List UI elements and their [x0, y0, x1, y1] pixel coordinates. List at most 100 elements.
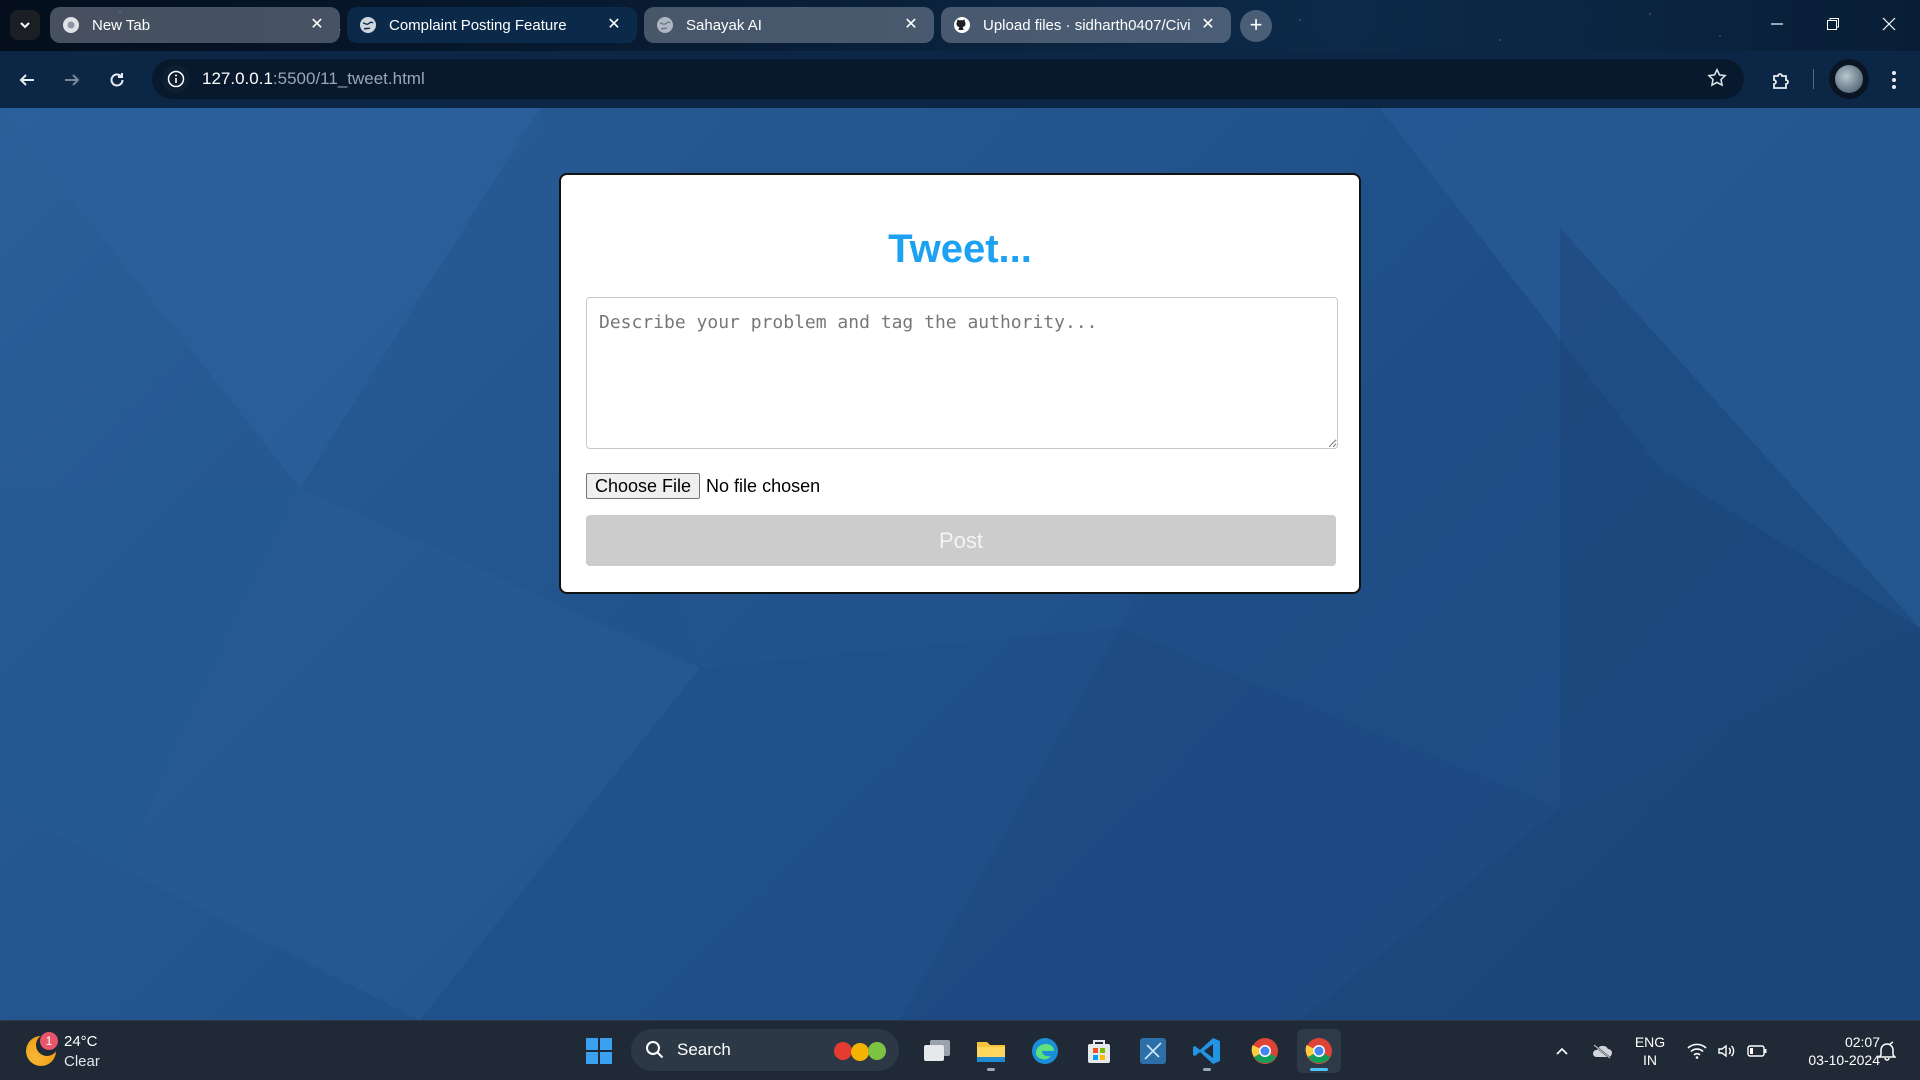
clock-date: 03-10-2024	[1808, 1052, 1880, 1068]
post-button[interactable]: Post	[586, 515, 1336, 566]
start-button[interactable]	[577, 1029, 621, 1073]
file-explorer-button[interactable]	[969, 1029, 1013, 1073]
taskbar-search[interactable]: Search	[631, 1029, 899, 1071]
close-icon[interactable]: ✕	[308, 16, 326, 34]
volume-button[interactable]	[1714, 1021, 1740, 1080]
notifications-button[interactable]	[1874, 1021, 1900, 1080]
battery-icon	[1747, 1045, 1767, 1057]
tab-search-button[interactable]	[10, 10, 40, 40]
language-indicator[interactable]: ENG IN	[1628, 1033, 1672, 1069]
chevron-down-icon	[20, 22, 30, 29]
tab-new-tab[interactable]: New Tab ✕	[50, 7, 340, 43]
store-icon	[1088, 1040, 1110, 1063]
volume-icon	[1718, 1044, 1735, 1058]
running-indicator	[1203, 1068, 1211, 1071]
extensions-button[interactable]	[1765, 64, 1797, 96]
tab-title: Complaint Posting Feature	[389, 16, 567, 34]
tab-strip: New Tab ✕ Complaint Posting Feature ✕ Sa…	[0, 0, 1920, 51]
minimize-icon	[1771, 23, 1783, 25]
more-vert-icon	[1892, 71, 1896, 89]
info-icon	[167, 70, 185, 88]
plus-icon: +	[1249, 12, 1263, 37]
page-title: Tweet...	[888, 227, 1032, 271]
tweet-card: Tweet... Choose File No file chosen Post	[559, 173, 1361, 594]
arrow-left-icon	[19, 74, 34, 86]
complaint-textarea[interactable]	[586, 297, 1338, 449]
folder-icon	[977, 1042, 1005, 1062]
show-hidden-icons-button[interactable]	[1550, 1021, 1574, 1080]
wifi-icon	[1687, 1043, 1707, 1059]
address-bar[interactable]: 127.0.0.1:5500/11_tweet.html	[152, 59, 1744, 99]
task-view-icon	[924, 1040, 950, 1061]
toolbar-divider	[1813, 69, 1814, 89]
language-code: ENG	[1634, 1034, 1666, 1050]
github-icon	[954, 17, 970, 33]
chrome-active-button[interactable]	[1297, 1029, 1341, 1073]
bookmark-star-icon[interactable]	[1706, 67, 1730, 91]
taskbar: 1 24°C Clear Search ENG IN 02:07 03-10-2…	[0, 1020, 1920, 1080]
close-icon[interactable]: ✕	[902, 16, 920, 34]
windows-icon	[586, 1038, 612, 1064]
puzzle-icon	[1773, 73, 1789, 89]
browser-toolbar: 127.0.0.1:5500/11_tweet.html	[0, 51, 1920, 108]
tab-title: New Tab	[92, 16, 151, 34]
edge-button[interactable]	[1023, 1029, 1067, 1073]
fruits-icon	[831, 1038, 889, 1062]
globe-icon	[360, 17, 376, 33]
battery-button[interactable]	[1744, 1021, 1770, 1080]
chrome-icon	[1305, 1038, 1332, 1064]
tab-title: Upload files · sidharth0407/Civi	[983, 16, 1191, 34]
weather-widget[interactable]: 1 24°C Clear	[22, 1030, 112, 1072]
notification-badge: 1	[40, 1032, 58, 1050]
avatar-image	[1835, 65, 1863, 93]
search-icon	[646, 1041, 664, 1059]
edge-icon	[1032, 1038, 1058, 1064]
url-path: :5500/11_tweet.html	[272, 69, 425, 88]
chrome-icon	[1251, 1038, 1278, 1064]
vscode-button[interactable]	[1185, 1029, 1229, 1073]
vscode-icon	[1193, 1038, 1220, 1064]
tab-upload-files[interactable]: Upload files · sidharth0407/Civi ✕	[941, 7, 1231, 43]
close-icon[interactable]: ✕	[1199, 16, 1217, 34]
page-viewport: Tweet... Choose File No file chosen Post	[0, 108, 1920, 1020]
file-input[interactable]: Choose File No file chosen	[586, 473, 820, 499]
weather-temperature: 24°C	[64, 1033, 98, 1050]
bell-icon	[1878, 1041, 1896, 1061]
running-indicator	[1310, 1068, 1328, 1071]
restore-button[interactable]	[1805, 0, 1861, 48]
menu-button[interactable]	[1878, 64, 1910, 96]
running-indicator	[987, 1068, 995, 1071]
tab-sahayak-ai[interactable]: Sahayak AI ✕	[644, 7, 934, 43]
search-label: Search	[677, 1040, 731, 1059]
store-button[interactable]	[1077, 1029, 1121, 1073]
chrome-icon	[63, 17, 79, 33]
site-info-button[interactable]	[162, 65, 190, 93]
globe-icon	[657, 17, 673, 33]
file-status: No file chosen	[706, 475, 821, 496]
close-icon[interactable]: ✕	[605, 16, 623, 34]
snip-icon	[1140, 1038, 1166, 1064]
reload-button[interactable]	[101, 64, 133, 96]
onedrive-button[interactable]	[1588, 1021, 1616, 1080]
tab-complaint-posting[interactable]: Complaint Posting Feature ✕	[347, 7, 637, 43]
wifi-button[interactable]	[1684, 1021, 1710, 1080]
close-window-button[interactable]	[1861, 0, 1917, 48]
task-view-button[interactable]	[915, 1029, 959, 1073]
weather-condition: Clear	[64, 1053, 100, 1070]
region-code: IN	[1643, 1052, 1657, 1068]
minimize-button[interactable]	[1749, 0, 1805, 48]
snipping-tool-button[interactable]	[1131, 1029, 1175, 1073]
clock[interactable]: 02:07 03-10-2024	[1780, 1033, 1880, 1069]
url-host: 127.0.0.1	[202, 69, 273, 88]
new-tab-button[interactable]: +	[1240, 10, 1272, 42]
clock-time: 02:07	[1844, 1034, 1880, 1050]
arrow-right-icon	[65, 74, 80, 86]
back-button[interactable]	[11, 64, 43, 96]
close-icon	[1882, 17, 1896, 31]
reload-icon	[110, 73, 124, 87]
choose-file-button[interactable]: Choose File	[586, 473, 701, 499]
restore-icon	[1827, 18, 1839, 30]
chrome-button[interactable]	[1243, 1029, 1287, 1073]
profile-avatar[interactable]	[1829, 59, 1869, 99]
forward-button[interactable]	[56, 64, 88, 96]
